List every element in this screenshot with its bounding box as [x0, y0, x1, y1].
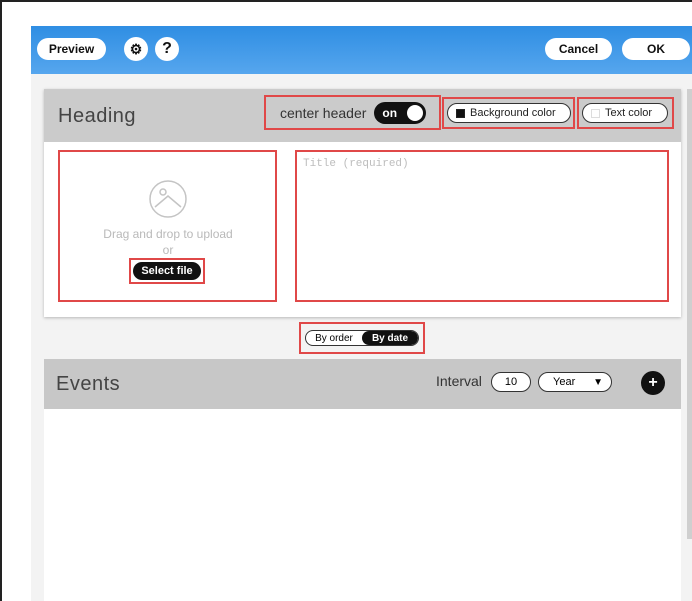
heading-card: Heading center header on Background colo… — [44, 89, 681, 317]
events-section: Events Interval 10 Year ▼ + — [44, 359, 681, 601]
center-header-label: center header — [280, 105, 367, 121]
heading-title: Heading — [58, 105, 137, 127]
events-title: Events — [56, 373, 121, 395]
toggle-state-label: on — [382, 106, 398, 120]
main-content: Heading center header on Background colo… — [31, 74, 692, 601]
title-input[interactable]: Title (required) — [297, 152, 667, 300]
background-color-button[interactable]: Background color — [447, 103, 571, 123]
interval-input[interactable]: 10 — [491, 372, 531, 392]
toggle-knob — [407, 105, 424, 121]
upload-or: or — [162, 243, 174, 257]
interval-label: Interval — [436, 373, 482, 389]
events-header: Events Interval 10 Year ▼ + — [44, 359, 681, 409]
upload-dropzone[interactable]: Drag and drop to upload or Select file — [60, 152, 276, 302]
center-header-toggle[interactable]: on — [374, 102, 427, 124]
gear-icon[interactable]: ⚙ — [124, 37, 148, 61]
heading-header: Heading center header on Background colo… — [44, 89, 681, 142]
ok-button[interactable]: OK — [622, 38, 690, 60]
background-color-label: Background color — [470, 107, 556, 119]
upload-instructions: Drag and drop to upload — [103, 227, 233, 241]
interval-unit-select[interactable]: Year ▼ — [538, 372, 612, 392]
help-button[interactable]: ? — [155, 37, 179, 61]
cancel-button[interactable]: Cancel — [545, 38, 612, 60]
text-color-label: Text color — [605, 107, 653, 119]
preview-button[interactable]: Preview — [37, 38, 106, 60]
toolbar: Preview ⚙ ? Cancel OK — [31, 26, 692, 74]
color-swatch-icon — [456, 108, 465, 118]
add-event-button[interactable]: + — [641, 371, 665, 395]
sort-by-date[interactable]: By date — [362, 331, 418, 345]
color-swatch-icon — [591, 108, 600, 118]
interval-unit-value: Year — [553, 376, 576, 388]
select-file-button[interactable]: Select file — [133, 262, 201, 280]
center-header-control: center header on — [280, 102, 427, 124]
text-color-button[interactable]: Text color — [582, 103, 668, 123]
dropdown-arrow-icon: ▼ — [593, 376, 603, 388]
sort-by-order[interactable]: By order — [306, 331, 362, 345]
sort-toggle[interactable]: By order By date — [305, 330, 419, 346]
vertical-scrollbar[interactable] — [687, 89, 692, 539]
image-icon — [149, 180, 187, 218]
